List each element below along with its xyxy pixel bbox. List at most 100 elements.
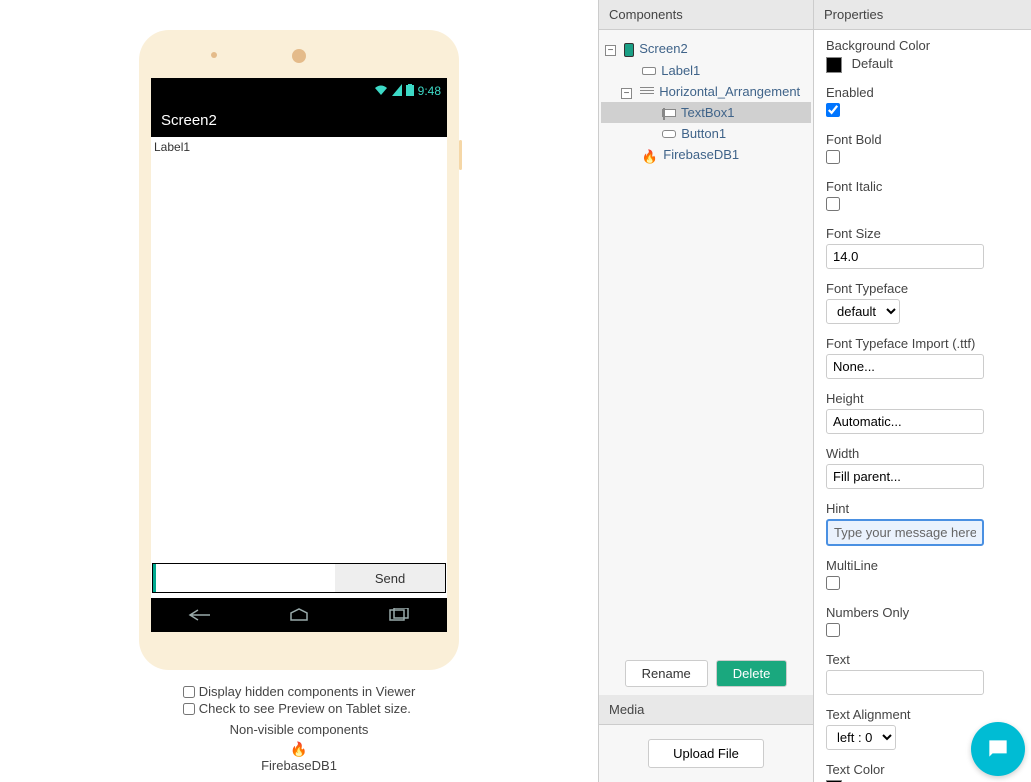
phone-screen: 9:48 Screen2 Label1 Send	[151, 78, 447, 632]
tree-item-textbox1[interactable]: TextBox1	[601, 102, 811, 123]
enabled-checkbox[interactable]	[826, 103, 840, 117]
multiline-checkbox[interactable]	[826, 576, 840, 590]
prop-enabled: Enabled	[826, 85, 1019, 120]
phone-frame: 9:48 Screen2 Label1 Send	[139, 30, 459, 670]
numbersonly-checkbox[interactable]	[826, 623, 840, 637]
properties-panel: Properties Background Color Default Enab…	[814, 0, 1031, 782]
fontitalic-checkbox[interactable]	[826, 197, 840, 211]
media-panel: Media Upload File	[599, 695, 813, 782]
prop-label: Hint	[826, 501, 1019, 516]
opt-tablet-preview-label: Check to see Preview on Tablet size.	[199, 701, 411, 716]
app-body: Label1 Send	[151, 137, 447, 632]
prop-value: Default	[852, 56, 893, 71]
opt-display-hidden-checkbox[interactable]	[183, 686, 195, 698]
textalign-select[interactable]: left : 0	[826, 725, 896, 750]
prop-label: Width	[826, 446, 1019, 461]
typeface-select[interactable]: default	[826, 299, 900, 324]
button-icon	[662, 130, 676, 138]
viewer-options: Display hidden components in Viewer Chec…	[183, 684, 416, 773]
tree-item-label: FirebaseDB1	[663, 147, 739, 162]
home-icon	[285, 606, 313, 624]
non-visible-item[interactable]: 🔥 FirebaseDB1	[183, 741, 416, 773]
prop-typeface-import: Font Typeface Import (.ttf)	[826, 336, 1019, 379]
battery-icon	[406, 84, 414, 99]
prop-label: Numbers Only	[826, 605, 1019, 620]
opt-display-hidden-label: Display hidden components in Viewer	[199, 684, 416, 699]
screen-icon	[624, 43, 634, 57]
arrangement-icon	[640, 87, 654, 97]
label-icon	[642, 67, 656, 75]
color-swatch-icon	[826, 57, 842, 73]
components-panel: Components − Screen2 Label1 − Horizontal…	[598, 0, 814, 782]
prop-background-color: Background Color Default	[826, 38, 1019, 73]
app-title-bar: Screen2	[151, 104, 447, 137]
tree-item-label: Label1	[661, 63, 700, 78]
firebase-icon: 🔥	[183, 741, 416, 758]
non-visible-item-label: FirebaseDB1	[261, 758, 337, 773]
viewer-horizontal-arrangement[interactable]: Send	[152, 563, 446, 593]
fontsize-input[interactable]	[826, 244, 984, 269]
android-status-bar: 9:48	[151, 78, 447, 104]
prop-label: Font Typeface	[826, 281, 1019, 296]
tree-item-horizontal-arrangement[interactable]: − Horizontal_Arrangement	[601, 81, 811, 102]
tree-item-label: Button1	[681, 126, 726, 141]
upload-file-button[interactable]: Upload File	[648, 739, 764, 768]
prop-width: Width	[826, 446, 1019, 489]
prop-label: Background Color	[826, 38, 1019, 53]
prop-height: Height	[826, 391, 1019, 434]
tree-collapse-icon[interactable]: −	[605, 45, 616, 56]
prop-label: Text Alignment	[826, 707, 1019, 722]
height-input[interactable]	[826, 409, 984, 434]
viewer-textbox1[interactable]	[153, 564, 335, 592]
chat-fab-button[interactable]	[971, 722, 1025, 776]
properties-panel-title: Properties	[814, 0, 1031, 30]
status-time: 9:48	[418, 84, 441, 98]
prop-font-typeface: Font Typeface default	[826, 281, 1019, 324]
media-panel-title: Media	[599, 695, 813, 725]
prop-label: Text	[826, 652, 1019, 667]
prop-label: MultiLine	[826, 558, 1019, 573]
rename-button[interactable]: Rename	[625, 660, 708, 687]
textbox-icon	[662, 109, 676, 117]
opt-tablet-preview-checkbox[interactable]	[183, 703, 195, 715]
non-visible-title: Non-visible components	[183, 722, 416, 737]
tree-collapse-icon[interactable]: −	[621, 88, 632, 99]
tree-item-button1[interactable]: Button1	[601, 123, 811, 144]
chat-icon	[985, 736, 1011, 762]
prop-numbers-only: Numbers Only	[826, 605, 1019, 640]
width-input[interactable]	[826, 464, 984, 489]
phone-side-button	[459, 140, 462, 170]
phone-speaker-icon	[292, 49, 306, 63]
tree-item-label1[interactable]: Label1	[601, 60, 811, 81]
hint-input[interactable]	[826, 519, 984, 546]
prop-label: Height	[826, 391, 1019, 406]
prop-font-italic: Font Italic	[826, 179, 1019, 214]
typeface-import-input[interactable]	[826, 354, 984, 379]
component-tree: − Screen2 Label1 − Horizontal_Arrangemen…	[599, 30, 813, 652]
opt-display-hidden[interactable]: Display hidden components in Viewer	[183, 684, 416, 699]
android-nav-bar	[151, 598, 447, 632]
prop-text: Text	[826, 652, 1019, 695]
tree-item-firebasedb1[interactable]: 🔥 FirebaseDB1	[601, 144, 811, 165]
text-input[interactable]	[826, 670, 984, 695]
back-icon	[186, 606, 214, 624]
tree-item-label: Screen2	[639, 41, 687, 56]
signal-icon	[392, 84, 402, 99]
recent-icon	[384, 606, 412, 624]
firebase-icon: 🔥	[642, 149, 658, 161]
prop-font-size: Font Size	[826, 226, 1019, 269]
prop-hint: Hint	[826, 501, 1019, 546]
viewer-button1[interactable]: Send	[335, 564, 445, 592]
prop-bgcolor-value-row[interactable]: Default	[826, 56, 1019, 73]
delete-button[interactable]: Delete	[716, 660, 788, 687]
fontbold-checkbox[interactable]	[826, 150, 840, 164]
prop-font-bold: Font Bold	[826, 132, 1019, 167]
prop-label: Font Size	[826, 226, 1019, 241]
prop-label: Font Italic	[826, 179, 1019, 194]
viewer-panel: 9:48 Screen2 Label1 Send	[0, 0, 598, 782]
tree-item-screen2[interactable]: − Screen2	[601, 38, 811, 60]
tree-item-label: TextBox1	[681, 105, 734, 120]
viewer-label1[interactable]: Label1	[151, 137, 447, 157]
opt-tablet-preview[interactable]: Check to see Preview on Tablet size.	[183, 701, 416, 716]
prop-label: Font Typeface Import (.ttf)	[826, 336, 1019, 351]
